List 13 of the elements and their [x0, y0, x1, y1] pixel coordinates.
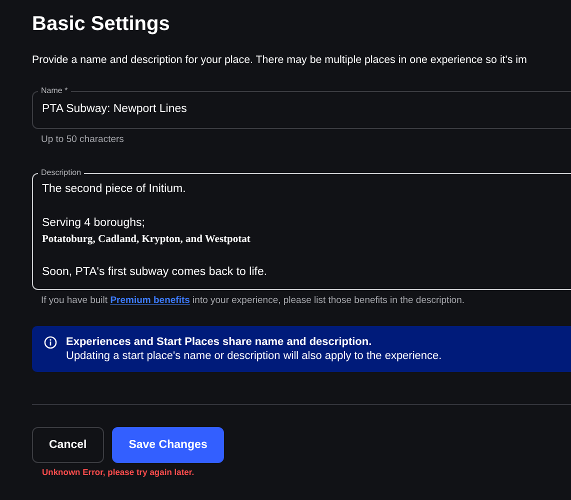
page-description: Provide a name and description for your place. There may be multiple places in one experience so it's im: [32, 53, 528, 68]
name-hint: Up to 50 characters: [41, 134, 125, 146]
description-field[interactable]: Description The second piece of Initium. Serving 4 boroughs; Potatoburg, Cadland, Krypton, and Westpotat Soon, PTA's first subway comes back to life.: [32, 168, 571, 290]
description-hint: If you have built Premium benefits into your experience, please list those benefits in the description.: [41, 295, 466, 307]
premium-benefits-link[interactable]: Premium benefits: [110, 295, 190, 306]
info-icon: [44, 336, 57, 349]
banner-heading: Experiences and Start Places share name and description.: [66, 335, 373, 349]
banner-text: Updating a start place's name or description will also apply to the experience.: [66, 349, 442, 363]
error-message: Unknown Error, please try again later.: [42, 467, 196, 477]
name-field[interactable]: Name * PTA Subway: Newport Lines: [32, 86, 571, 129]
save-button[interactable]: Save Changes: [112, 427, 224, 463]
cancel-button[interactable]: Cancel: [32, 427, 104, 463]
page-title: Basic Settings: [32, 12, 171, 37]
